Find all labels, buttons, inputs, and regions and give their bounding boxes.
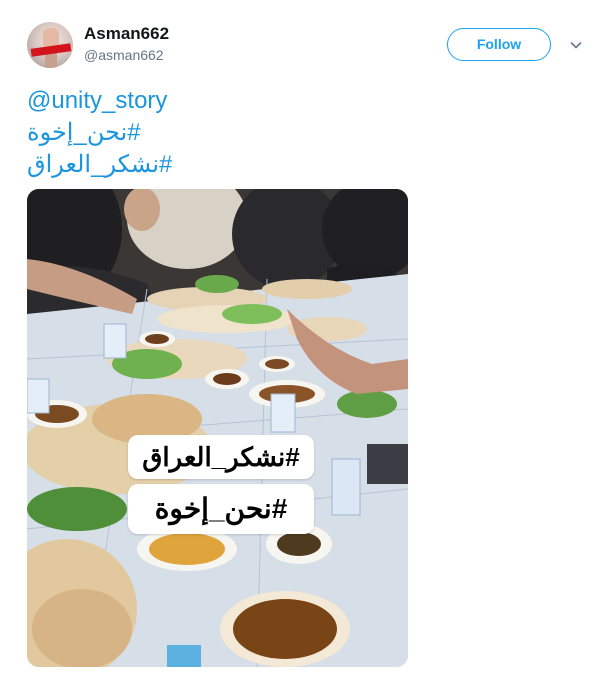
avatar[interactable] <box>27 22 73 68</box>
tweet-card: Asman662 @asman662 Follow @unity_story #… <box>0 0 595 676</box>
hashtag-link-brothers[interactable]: #نحن_إخوة <box>27 118 141 148</box>
user-handle[interactable]: @asman662 <box>84 47 164 63</box>
photo-scene <box>27 189 408 667</box>
hashtag-link-thanks-iraq[interactable]: #نشكر_العراق <box>27 150 172 180</box>
photo-caption-brothers: #نحن_إخوة <box>128 484 314 534</box>
display-name[interactable]: Asman662 <box>84 24 169 44</box>
follow-button[interactable]: Follow <box>447 28 551 61</box>
tweet-photo[interactable]: #نشكر_العراق #نحن_إخوة <box>27 189 408 667</box>
mention-link[interactable]: @unity_story <box>27 86 167 116</box>
photo-caption-thanks-iraq: #نشكر_العراق <box>128 435 314 479</box>
chevron-down-icon[interactable] <box>570 39 582 51</box>
